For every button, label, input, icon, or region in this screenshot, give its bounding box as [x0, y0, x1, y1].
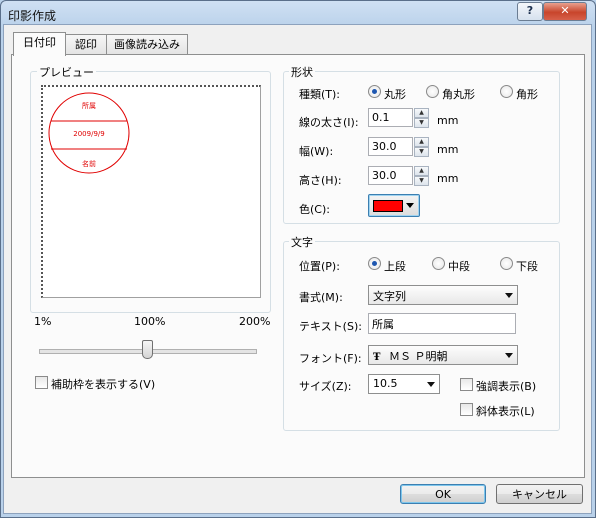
- radio-upper[interactable]: [368, 257, 381, 270]
- radio-middle[interactable]: [432, 257, 445, 270]
- radio-lower[interactable]: [500, 257, 513, 270]
- size-select[interactable]: 10.5: [368, 374, 440, 394]
- color-picker-button[interactable]: [368, 194, 420, 217]
- spin-down-icon: ▼: [414, 118, 429, 128]
- truetype-font-icon: Ŧ: [373, 352, 381, 363]
- font-value: ＭＳ Ｐ明朝: [388, 350, 448, 363]
- close-button[interactable]: ✕: [543, 2, 587, 21]
- italic-checkbox-label: 斜体表示(L): [476, 405, 535, 418]
- shape-type-label: 種類(T):: [299, 88, 341, 101]
- tab-date-stamp[interactable]: 日付印: [13, 32, 66, 56]
- text-input[interactable]: 所属: [368, 313, 516, 334]
- help-button[interactable]: ?: [517, 2, 543, 21]
- height-input[interactable]: 30.0: [368, 166, 413, 185]
- window-title: 印影作成: [8, 9, 57, 23]
- color-swatch: [373, 200, 403, 212]
- format-label: 書式(M):: [299, 291, 343, 304]
- radio-middle-label: 中段: [448, 260, 470, 273]
- height-spinner[interactable]: ▲ ▼: [414, 166, 429, 186]
- radio-rounded-square-label: 角丸形: [442, 88, 475, 101]
- height-unit: mm: [437, 172, 459, 185]
- color-label: 色(C):: [299, 203, 330, 216]
- spin-down-icon: ▼: [414, 147, 429, 157]
- text-group-label: 文字: [289, 234, 315, 250]
- cancel-button[interactable]: キャンセル: [496, 484, 583, 504]
- spin-up-icon: ▲: [414, 108, 429, 118]
- radio-round[interactable]: [368, 85, 381, 98]
- spin-up-icon: ▲: [414, 166, 429, 176]
- dropdown-arrow-icon: [427, 382, 435, 387]
- line-width-label: 線の太さ(I):: [299, 116, 359, 129]
- zoom-mid-label: 100%: [134, 315, 166, 328]
- italic-checkbox[interactable]: [460, 403, 473, 416]
- tab-approval-stamp[interactable]: 認印: [65, 34, 107, 55]
- bold-checkbox-label: 強調表示(B): [476, 380, 537, 393]
- radio-round-label: 丸形: [384, 88, 406, 101]
- radio-square[interactable]: [500, 85, 513, 98]
- shape-group-label: 形状: [289, 64, 315, 80]
- dropdown-arrow-icon: [406, 203, 414, 208]
- dropdown-arrow-icon: [505, 353, 513, 358]
- radio-upper-label: 上段: [384, 260, 406, 273]
- format-select[interactable]: 文字列: [368, 285, 518, 305]
- ok-button[interactable]: OK: [400, 484, 486, 504]
- width-spinner[interactable]: ▲ ▼: [414, 137, 429, 157]
- radio-square-label: 角形: [516, 88, 538, 101]
- stamp-date-text: 2009/9/9: [73, 130, 105, 138]
- tab-load-image[interactable]: 画像読み込み: [106, 34, 188, 55]
- width-label: 幅(W):: [299, 145, 334, 158]
- width-unit: mm: [437, 143, 459, 156]
- preview-group-label: プレビュー: [37, 64, 96, 80]
- text-label: テキスト(S):: [299, 320, 362, 333]
- spin-down-icon: ▼: [414, 176, 429, 186]
- zoom-min-label: 1%: [34, 315, 52, 328]
- stamp-bottom-text: 名前: [82, 160, 96, 168]
- size-label: サイズ(Z):: [299, 380, 352, 393]
- preview-canvas: 所属 2009/9/9 名前: [41, 85, 261, 298]
- radio-rounded-square[interactable]: [426, 85, 439, 98]
- font-select[interactable]: Ŧ ＭＳ Ｐ明朝: [368, 345, 518, 365]
- stamp-top-text: 所属: [82, 102, 96, 110]
- width-input[interactable]: 30.0: [368, 137, 413, 156]
- spin-up-icon: ▲: [414, 137, 429, 147]
- line-width-unit: mm: [437, 114, 459, 127]
- size-value: 10.5: [373, 377, 398, 390]
- bold-checkbox[interactable]: [460, 378, 473, 391]
- guide-checkbox[interactable]: [35, 376, 48, 389]
- line-width-input[interactable]: 0.1: [368, 108, 413, 127]
- line-width-spinner[interactable]: ▲ ▼: [414, 108, 429, 128]
- format-value: 文字列: [373, 290, 406, 303]
- zoom-slider-thumb[interactable]: [142, 340, 153, 359]
- height-label: 高さ(H):: [299, 174, 342, 187]
- guide-checkbox-label: 補助枠を表示する(V): [51, 378, 156, 391]
- zoom-max-label: 200%: [239, 315, 271, 328]
- font-label: フォント(F):: [299, 352, 362, 365]
- position-label: 位置(P):: [299, 260, 340, 273]
- radio-lower-label: 下段: [516, 260, 538, 273]
- stamp-preview: [48, 92, 130, 174]
- dropdown-arrow-icon: [505, 293, 513, 298]
